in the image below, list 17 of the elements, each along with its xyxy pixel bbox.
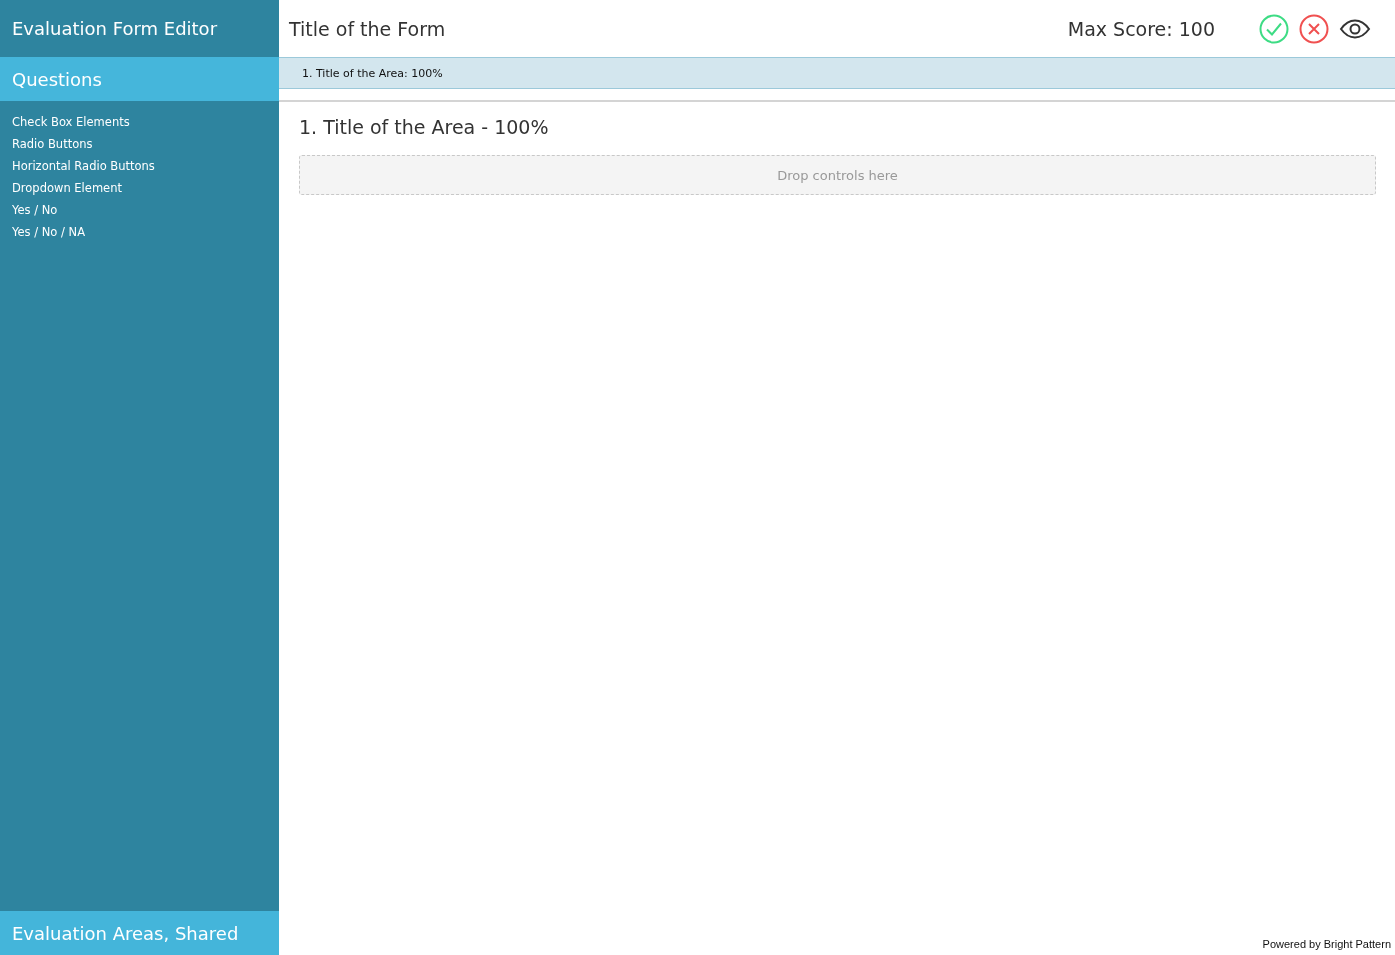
drop-zone[interactable]: Drop controls here (299, 155, 1376, 195)
question-type-item[interactable]: Dropdown Element (12, 177, 122, 199)
question-type-item[interactable]: Horizontal Radio Buttons (12, 155, 155, 177)
section-header[interactable]: Questions (0, 57, 279, 101)
question-type-item[interactable]: Check Box Elements (12, 111, 130, 133)
max-score: Max Score: 100 (1067, 17, 1215, 40)
app-title: Evaluation Form Editor (11, 17, 219, 41)
form-title: Title of the Form (289, 17, 447, 40)
question-type-item[interactable]: Radio Buttons (12, 133, 93, 155)
area-title: 1. Title of the Area - 100% (299, 116, 550, 138)
powered-by-text: Powered by Bright Pattern (1262, 938, 1391, 950)
preview-button[interactable] (1339, 18, 1371, 39)
save-button[interactable] (1259, 13, 1289, 44)
cancel-button[interactable] (1299, 13, 1329, 44)
section-header[interactable]: Evaluation Areas, Shared (0, 911, 279, 955)
question-type-item[interactable]: Yes / No / NA (12, 221, 86, 243)
question-type-item[interactable]: Yes / No (12, 199, 58, 221)
